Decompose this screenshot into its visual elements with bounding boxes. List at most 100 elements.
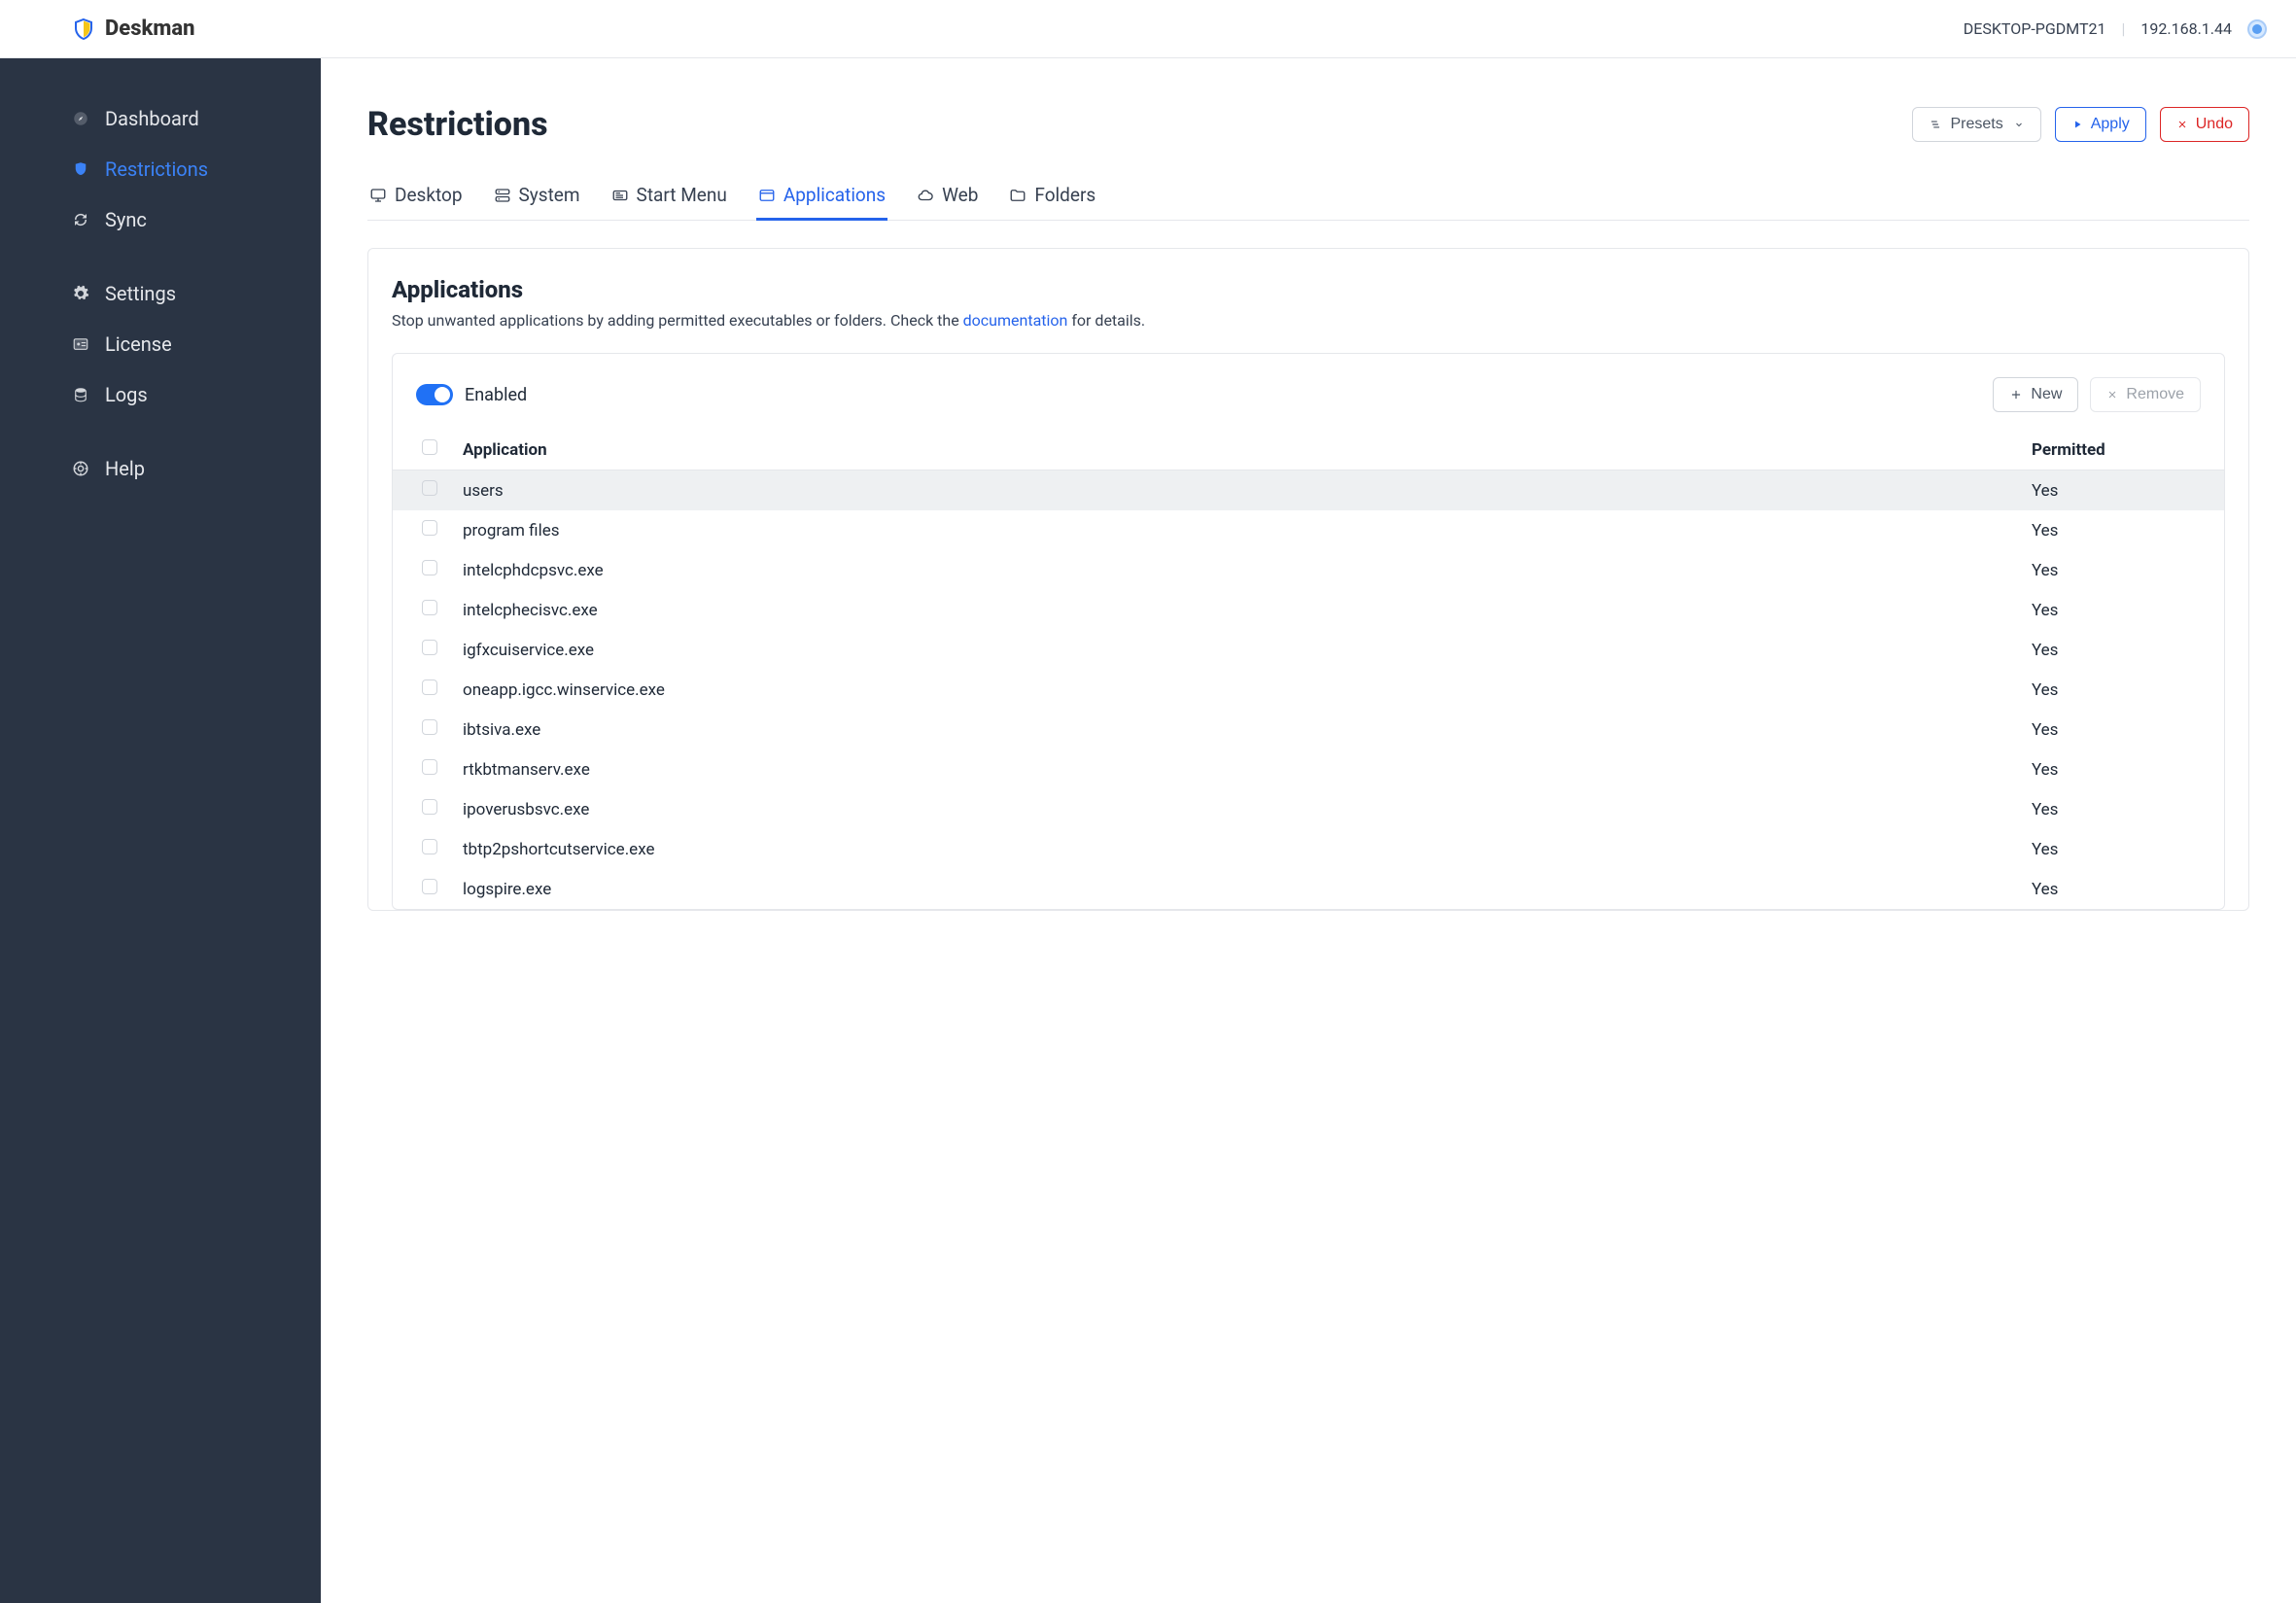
compass-icon	[72, 110, 89, 127]
cell-application: igfxcuiservice.exe	[451, 630, 2020, 670]
sidebar-item-sync[interactable]: Sync	[0, 194, 321, 245]
enabled-toggle[interactable]	[416, 384, 453, 405]
cell-permitted: Yes	[2020, 630, 2224, 670]
topbar: Deskman DESKTOP-PGDMT21 | 192.168.1.44	[0, 0, 2296, 58]
tab-label: Applications	[783, 184, 886, 206]
cell-permitted: Yes	[2020, 749, 2224, 789]
applications-table: Application Permitted usersYesprogram fi…	[393, 430, 2224, 909]
table-row[interactable]: intelcphecisvc.exeYes	[393, 590, 2224, 630]
row-checkbox[interactable]	[422, 799, 437, 815]
sidebar-item-label: Sync	[105, 208, 147, 231]
table-row[interactable]: logspire.exeYes	[393, 869, 2224, 909]
sidebar-item-restrictions[interactable]: Restrictions	[0, 144, 321, 194]
panel-desc-pre: Stop unwanted applications by adding per…	[392, 311, 963, 330]
window-icon	[758, 187, 776, 204]
undo-button[interactable]: Undo	[2160, 107, 2249, 142]
startmenu-icon	[611, 187, 629, 204]
table-row[interactable]: usersYes	[393, 470, 2224, 511]
tab-label: Web	[942, 184, 978, 206]
caret-down-icon	[2013, 119, 2025, 130]
row-checkbox[interactable]	[422, 719, 437, 735]
tab-system[interactable]: System	[492, 184, 582, 221]
brand-name: Deskman	[105, 17, 195, 41]
cell-permitted: Yes	[2020, 510, 2224, 550]
host-separator: |	[2122, 19, 2126, 38]
presets-button[interactable]: Presets	[1912, 107, 2040, 142]
sidebar-item-label: Dashboard	[105, 107, 199, 130]
tabs: Desktop System Start Menu Applications Web Fo…	[367, 183, 2249, 221]
tab-label: Folders	[1034, 184, 1096, 206]
row-checkbox[interactable]	[422, 879, 437, 894]
new-button[interactable]: New	[1993, 377, 2078, 412]
panel-description: Stop unwanted applications by adding per…	[392, 311, 2225, 330]
cell-permitted: Yes	[2020, 670, 2224, 710]
remove-label: Remove	[2126, 386, 2184, 403]
tab-label: Start Menu	[637, 184, 727, 206]
row-checkbox[interactable]	[422, 480, 437, 496]
col-application: Application	[451, 430, 2020, 470]
table-row[interactable]: oneapp.igcc.winservice.exeYes	[393, 670, 2224, 710]
sidebar-item-dashboard[interactable]: Dashboard	[0, 93, 321, 144]
cell-application: tbtp2pshortcutservice.exe	[451, 829, 2020, 869]
tab-desktop[interactable]: Desktop	[367, 184, 465, 221]
cell-application: intelcphecisvc.exe	[451, 590, 2020, 630]
cell-permitted: Yes	[2020, 470, 2224, 511]
cell-permitted: Yes	[2020, 789, 2224, 829]
page-title: Restrictions	[367, 105, 548, 144]
remove-button[interactable]: Remove	[2090, 377, 2201, 412]
applications-panel: Applications Stop unwanted applications …	[367, 248, 2249, 911]
table-row[interactable]: igfxcuiservice.exeYes	[393, 630, 2224, 670]
row-checkbox[interactable]	[422, 520, 437, 536]
host-ip: 192.168.1.44	[2140, 19, 2232, 38]
db-icon	[72, 386, 89, 403]
x-icon	[2176, 119, 2188, 130]
row-checkbox[interactable]	[422, 600, 437, 615]
cell-permitted: Yes	[2020, 869, 2224, 909]
apply-button[interactable]: Apply	[2055, 107, 2146, 142]
tab-web[interactable]: Web	[915, 184, 980, 221]
tab-applications[interactable]: Applications	[756, 184, 887, 221]
monitor-icon	[369, 187, 387, 204]
row-checkbox[interactable]	[422, 759, 437, 775]
row-checkbox[interactable]	[422, 560, 437, 575]
user-avatar-icon[interactable]	[2247, 19, 2267, 39]
sidebar-item-help[interactable]: Help	[0, 443, 321, 494]
table-row[interactable]: ipoverusbsvc.exeYes	[393, 789, 2224, 829]
table-row[interactable]: program filesYes	[393, 510, 2224, 550]
tab-label: System	[519, 184, 580, 206]
sidebar-item-license[interactable]: License	[0, 319, 321, 369]
tab-label: Desktop	[395, 184, 463, 206]
cell-permitted: Yes	[2020, 710, 2224, 749]
enabled-label: Enabled	[465, 385, 527, 405]
documentation-link[interactable]: documentation	[963, 311, 1068, 330]
table-row[interactable]: ibtsiva.exeYes	[393, 710, 2224, 749]
select-all-checkbox[interactable]	[422, 439, 437, 455]
plus-icon	[2009, 388, 2023, 401]
sidebar-item-label: Restrictions	[105, 157, 208, 181]
sidebar-item-settings[interactable]: Settings	[0, 268, 321, 319]
brand: Deskman	[72, 17, 195, 41]
row-checkbox[interactable]	[422, 640, 437, 655]
cell-application: program files	[451, 510, 2020, 550]
table-row[interactable]: intelcphdcpsvc.exeYes	[393, 550, 2224, 590]
row-checkbox[interactable]	[422, 839, 437, 854]
col-permitted: Permitted	[2020, 430, 2224, 470]
table-row[interactable]: rtkbtmanserv.exeYes	[393, 749, 2224, 789]
cloud-icon	[917, 187, 934, 204]
cell-application: intelcphdcpsvc.exe	[451, 550, 2020, 590]
life-ring-icon	[72, 460, 89, 477]
sidebar: Dashboard Restrictions Sync SettingsLicens…	[0, 58, 321, 1603]
play-icon	[2071, 119, 2083, 130]
tab-start-menu[interactable]: Start Menu	[609, 184, 729, 221]
new-label: New	[2031, 386, 2062, 403]
main: Restrictions Presets Apply Undo Desktop S…	[321, 58, 2296, 1603]
apply-label: Apply	[2091, 116, 2130, 133]
tab-folders[interactable]: Folders	[1007, 184, 1097, 221]
x-icon	[2106, 389, 2118, 401]
table-row[interactable]: tbtp2pshortcutservice.exeYes	[393, 829, 2224, 869]
row-checkbox[interactable]	[422, 680, 437, 695]
cell-application: rtkbtmanserv.exe	[451, 749, 2020, 789]
sidebar-item-logs[interactable]: Logs	[0, 369, 321, 420]
applications-table-panel: Enabled New Remove	[392, 353, 2225, 910]
server-icon	[494, 187, 511, 204]
